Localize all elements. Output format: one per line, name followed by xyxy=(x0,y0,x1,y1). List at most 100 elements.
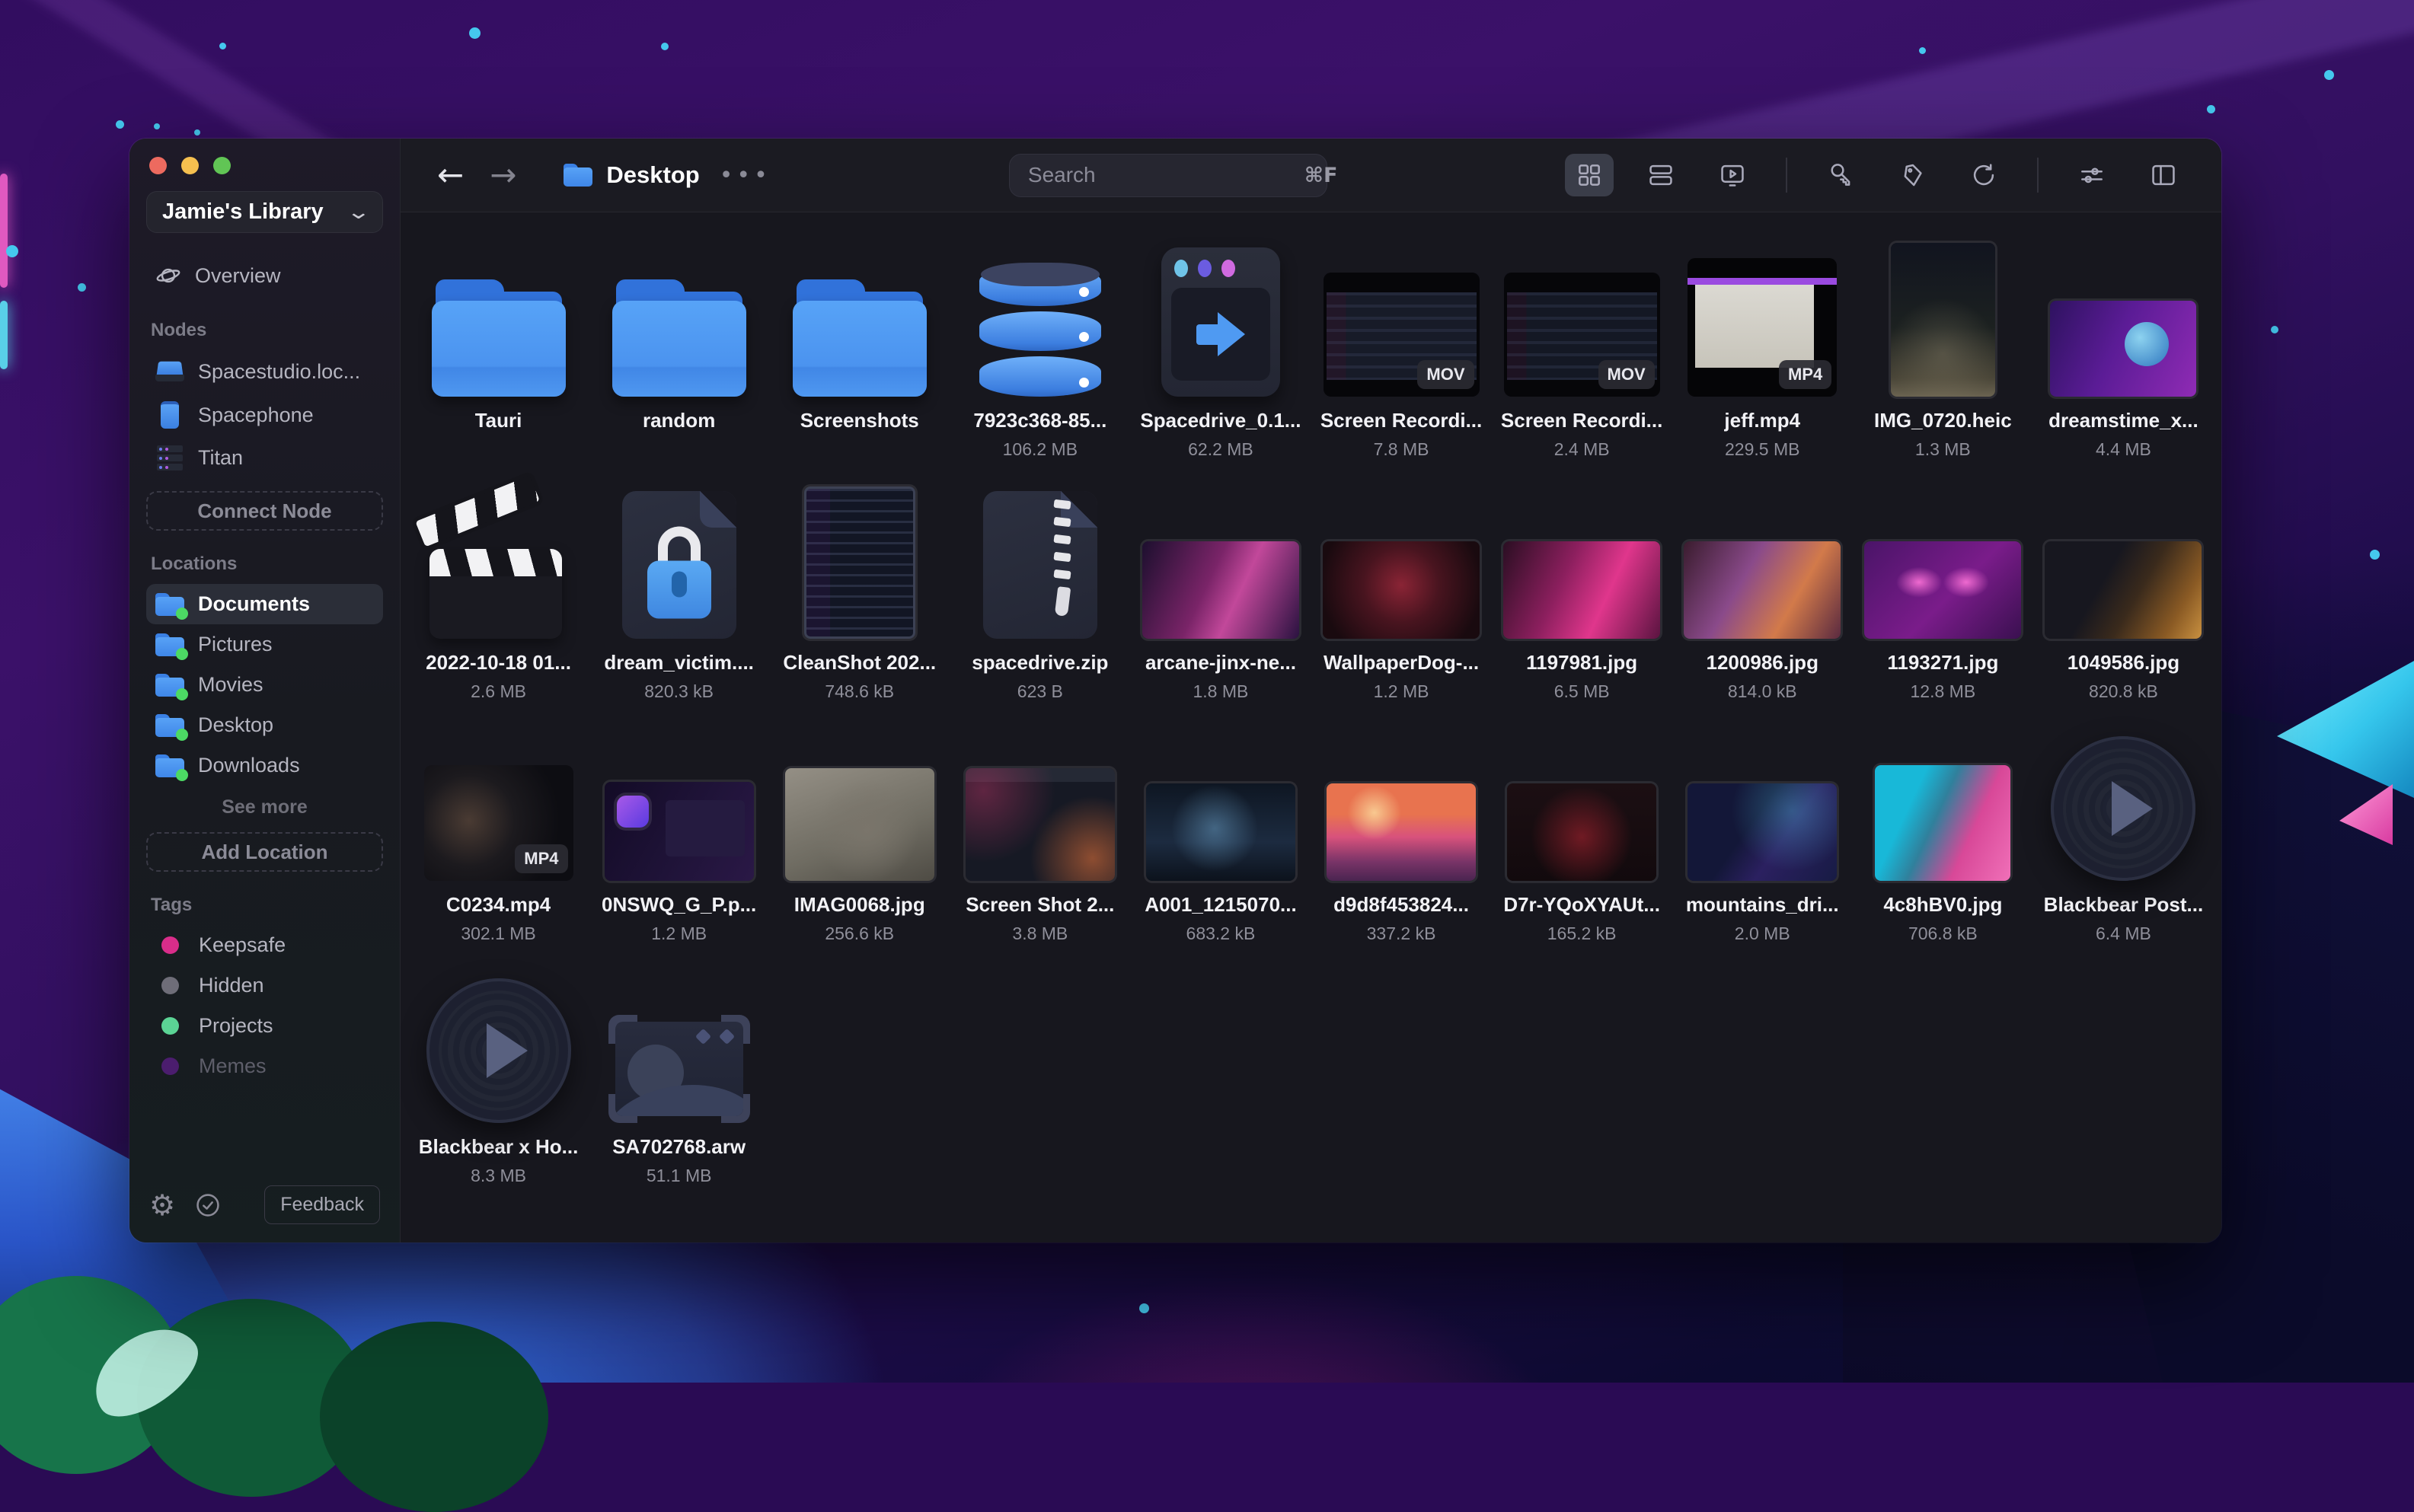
key-manager-button[interactable] xyxy=(1816,154,1865,196)
file-name: IMG_0720.heic xyxy=(1874,409,2012,432)
grid-item[interactable]: D7r-YQoXYAUt...165.2 kB xyxy=(1492,723,1672,965)
grid-item[interactable]: MP4jeff.mp4229.5 MB xyxy=(1672,238,1853,480)
grid-item[interactable]: WallpaperDog-...1.2 MB xyxy=(1311,480,1492,723)
grid-item[interactable]: 1049586.jpg820.8 kB xyxy=(2033,480,2214,723)
sidebar-item-spacestudio-loc[interactable]: Spacestudio.loc... xyxy=(146,350,383,393)
grid-item[interactable]: Tauri xyxy=(408,238,589,480)
grid-item[interactable]: spacedrive.zip623 B xyxy=(950,480,1130,723)
grid-item[interactable]: Blackbear Post...6.4 MB xyxy=(2033,723,2214,965)
sidebar-item-titan[interactable]: Titan xyxy=(146,437,383,479)
search-box[interactable]: ⌘F xyxy=(1009,154,1327,197)
file-size: 2.4 MB xyxy=(1554,439,1610,460)
more-options-icon[interactable]: ••• xyxy=(720,162,771,189)
sidebar-item-tag-projects[interactable]: Projects xyxy=(146,1006,383,1046)
grid-item[interactable]: arcane-jinx-ne...1.8 MB xyxy=(1130,480,1311,723)
sidebar: Jamie's Library ⌄ Overview Nodes Spacest… xyxy=(129,139,401,1242)
grid-item[interactable]: MP4C0234.mp4302.1 MB xyxy=(408,723,589,965)
grid-item[interactable]: A001_1215070...683.2 kB xyxy=(1130,723,1311,965)
search-area: ⌘F xyxy=(771,154,1565,197)
grid-item[interactable]: 7923c368-85...106.2 MB xyxy=(950,238,1130,480)
search-input[interactable] xyxy=(1027,162,1304,188)
file-thumbnail: MOV xyxy=(1504,273,1660,397)
grid-item[interactable]: 1200986.jpg814.0 kB xyxy=(1672,480,1853,723)
file-name: A001_1215070... xyxy=(1145,893,1297,917)
sidebar-item-tag-keepsafe[interactable]: Keepsafe xyxy=(146,925,383,965)
grid-item[interactable]: 4c8hBV0.jpg706.8 kB xyxy=(1853,723,2033,965)
online-dot xyxy=(176,608,188,620)
toolbar: ← → Desktop ••• ⌘F xyxy=(401,139,2221,212)
sidebar-item-downloads[interactable]: Downloads xyxy=(146,745,383,786)
grid-item[interactable]: Screenshots xyxy=(769,238,950,480)
grid-item[interactable]: mountains_dri...2.0 MB xyxy=(1672,723,1853,965)
grid-item[interactable]: IMG_0720.heic1.3 MB xyxy=(1853,238,2033,480)
feedback-button[interactable]: Feedback xyxy=(264,1185,380,1224)
format-badge: MP4 xyxy=(515,844,567,873)
grid-item[interactable]: 2022-10-18 01...2.6 MB xyxy=(408,480,589,723)
tag-color-dot xyxy=(161,936,179,954)
wallpaper-star xyxy=(116,120,124,129)
media-view-button[interactable] xyxy=(1708,154,1757,196)
see-more-link[interactable]: See more xyxy=(146,786,383,820)
thumbnail-area xyxy=(1507,723,1656,881)
file-size: 6.5 MB xyxy=(1554,681,1610,702)
back-button[interactable]: ← xyxy=(437,159,464,191)
grid-item[interactable]: IMAG0068.jpg256.6 kB xyxy=(769,723,950,965)
grid-item[interactable]: d9d8f453824...337.2 kB xyxy=(1311,723,1492,965)
settings-gear-icon[interactable]: ⚙ xyxy=(149,1191,175,1220)
forward-button[interactable]: → xyxy=(490,159,516,191)
grid-item[interactable]: Spacedrive_0.1...62.2 MB xyxy=(1130,238,1311,480)
grid-item[interactable]: random xyxy=(589,238,769,480)
explorer-options-button[interactable] xyxy=(2068,154,2116,196)
grid-item[interactable]: 0NSWQ_G_P.p...1.2 MB xyxy=(589,723,769,965)
file-name: Screen Recordi... xyxy=(1501,409,1662,432)
grid-item[interactable]: dream_victim....820.3 kB xyxy=(589,480,769,723)
refresh-button[interactable] xyxy=(1959,154,2008,196)
check-circle-icon[interactable] xyxy=(195,1192,221,1218)
tag-assign-button[interactable] xyxy=(1888,154,1937,196)
sidebar-item-overview[interactable]: Overview xyxy=(146,254,383,297)
sidebar-item-spacephone[interactable]: Spacephone xyxy=(146,393,383,437)
minimize-button[interactable] xyxy=(181,157,199,174)
grid-item[interactable]: CleanShot 202...748.6 kB xyxy=(769,480,950,723)
wallpaper-accent xyxy=(0,174,8,288)
sidebar-item-tag-hidden[interactable]: Hidden xyxy=(146,965,383,1006)
sidebar-item-desktop[interactable]: Desktop xyxy=(146,705,383,745)
breadcrumb[interactable]: Desktop xyxy=(564,161,699,189)
sidebar-item-pictures[interactable]: Pictures xyxy=(146,624,383,665)
grid-item[interactable]: MOVScreen Recordi...7.8 MB xyxy=(1311,238,1492,480)
wallpaper-hill xyxy=(320,1322,548,1512)
grid-item[interactable]: dreamstime_x...4.4 MB xyxy=(2033,238,2214,480)
close-button[interactable] xyxy=(149,157,167,174)
inspector-toggle-button[interactable] xyxy=(2139,154,2188,196)
file-thumbnail xyxy=(426,978,571,1123)
grid-item[interactable]: Blackbear x Ho...8.3 MB xyxy=(408,965,589,1207)
grid-item[interactable]: 1193271.jpg12.8 MB xyxy=(1853,480,2033,723)
grid-item[interactable]: SA702768.arw51.1 MB xyxy=(589,965,769,1207)
wallpaper-star xyxy=(194,129,200,136)
grid-item[interactable]: MOV Screen Recordi... 2.4 MB xyxy=(1492,238,1672,480)
wallpaper-star xyxy=(469,27,481,39)
file-thumbnail xyxy=(608,1015,750,1123)
thumbnail-area xyxy=(793,238,927,397)
sidebar-item-tag-memes[interactable]: Memes xyxy=(146,1046,383,1086)
grid-view-button[interactable] xyxy=(1565,154,1614,196)
file-size: 7.8 MB xyxy=(1374,439,1429,460)
grid-item[interactable]: Screen Shot 2...3.8 MB xyxy=(950,723,1130,965)
thumbnail-area xyxy=(1327,723,1476,881)
wallpaper-accent xyxy=(0,301,8,369)
sidebar-item-movies[interactable]: Movies xyxy=(146,665,383,705)
key-icon xyxy=(1826,161,1855,190)
list-view-button[interactable] xyxy=(1636,154,1685,196)
file-size: 256.6 kB xyxy=(825,923,894,944)
server-icon xyxy=(157,445,183,471)
sidebar-item-documents[interactable]: Documents xyxy=(146,584,383,624)
connect-node-button[interactable]: Connect Node xyxy=(146,491,383,531)
file-thumbnail: MP4 xyxy=(424,765,573,881)
library-switcher[interactable]: Jamie's Library ⌄ xyxy=(146,191,383,233)
zoom-button[interactable] xyxy=(213,157,231,174)
file-name: dream_victim.... xyxy=(604,651,754,675)
thumbnail-area: MOV xyxy=(1324,238,1480,397)
thumbnail-area xyxy=(2051,723,2195,881)
grid-item[interactable]: 1197981.jpg6.5 MB xyxy=(1492,480,1672,723)
add-location-button[interactable]: Add Location xyxy=(146,832,383,872)
